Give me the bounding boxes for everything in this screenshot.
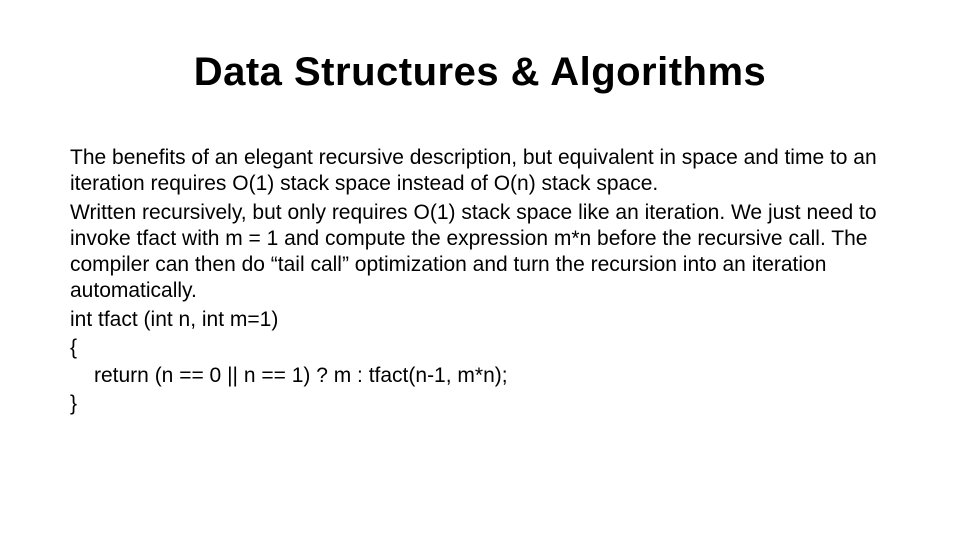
- slide-title: Data Structures & Algorithms: [70, 50, 890, 95]
- code-line-2: {: [70, 335, 890, 361]
- slide: Data Structures & Algorithms The benefit…: [0, 0, 960, 540]
- paragraph-1: The benefits of an elegant recursive des…: [70, 145, 890, 198]
- code-line-4: }: [70, 391, 890, 417]
- code-line-3: return (n == 0 || n == 1) ? m : tfact(n-…: [70, 363, 890, 389]
- paragraph-2: Written recursively, but only requires O…: [70, 200, 890, 305]
- code-line-1: int tfact (int n, int m=1): [70, 307, 890, 333]
- slide-body: The benefits of an elegant recursive des…: [70, 145, 890, 418]
